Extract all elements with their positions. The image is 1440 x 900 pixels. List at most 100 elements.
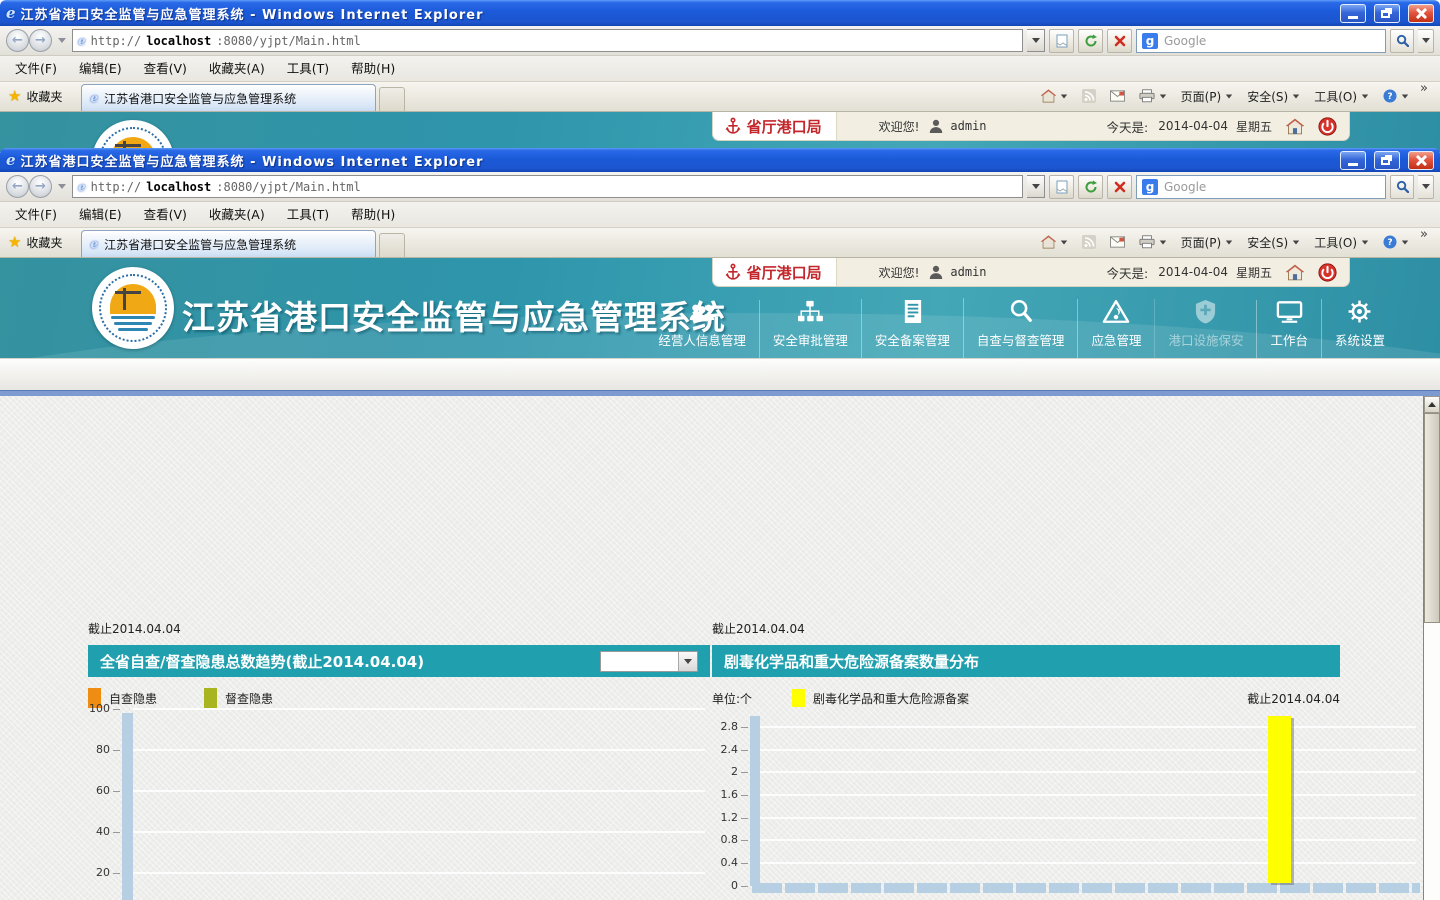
print-button[interactable] [1134,83,1172,109]
search-button[interactable] [1390,175,1414,199]
page-header-peek: 省厅港口局 欢迎您! admin 今天是: 2014-04-04 星期五 [0,112,1440,152]
gear-icon [1347,299,1372,324]
browser-tab[interactable]: e 江苏省港口安全监管与应急管理系统 [81,230,376,257]
home-button[interactable] [1036,83,1073,109]
menu-tools[interactable]: 工具(T) [276,56,340,82]
nav-label: 安全审批管理 [773,330,848,349]
as-of-date: 截止2014.04.04 [712,620,1340,636]
read-mail-button[interactable] [1105,83,1130,109]
help-menu[interactable]: ? [1378,229,1414,255]
search-dropdown-button[interactable] [1418,175,1434,199]
safety-menu[interactable]: 安全(S) [1242,229,1305,255]
url-dropdown-button[interactable] [1027,175,1045,198]
nav-item-operators[interactable]: 经营人信息管理 [645,301,759,358]
address-bar: ← → e http://localhost:8080/yjpt/Main.ht… [0,172,1440,202]
nav-item-safety-approval[interactable]: 安全审批管理 [759,300,861,358]
feeds-button[interactable] [1077,83,1101,109]
search-input[interactable]: g Google [1136,175,1386,199]
search-input[interactable]: g Google [1136,29,1386,53]
nav-item-safety-filing[interactable]: 安全备案管理 [861,299,963,358]
forward-button[interactable]: → [29,29,52,52]
title-bar[interactable]: e 江苏省港口安全监管与应急管理系统 - Windows Internet Ex… [0,148,1440,172]
menu-favorites[interactable]: 收藏夹(A) [198,202,276,228]
new-tab-stub[interactable] [379,87,405,111]
minimize-button[interactable] [1340,4,1366,23]
menu-help[interactable]: 帮助(H) [340,202,406,228]
menu-tools[interactable]: 工具(T) [276,202,340,228]
menu-file[interactable]: 文件(F) [4,202,68,228]
menu-view[interactable]: 查看(V) [133,202,198,228]
page-menu-label: 页面(P) [1181,88,1222,105]
browser-tab[interactable]: e 江苏省港口安全监管与应急管理系统 [81,84,376,111]
overflow-chevron[interactable]: » [1418,81,1434,100]
safety-menu[interactable]: 安全(S) [1242,83,1305,109]
tools-menu[interactable]: 工具(O) [1309,83,1374,109]
print-button[interactable] [1134,229,1172,255]
close-button[interactable] [1408,151,1434,170]
home-shortcut-button[interactable] [1286,118,1304,135]
menu-edit[interactable]: 编辑(E) [68,202,133,228]
stop-button[interactable] [1107,29,1132,53]
stop-button[interactable] [1107,175,1132,199]
page-menu[interactable]: 页面(P) [1176,229,1239,255]
scrollbar-thumb[interactable] [1424,413,1440,623]
back-button[interactable]: ← [6,175,29,198]
nav-item-self-inspection[interactable]: 自查与督查管理 [963,298,1078,358]
close-button[interactable] [1408,4,1434,23]
new-tab-stub[interactable] [379,233,405,257]
select-dropdown-button[interactable] [678,652,697,671]
title-bar[interactable]: e 江苏省港口安全监管与应急管理系统 - Windows Internet Ex… [0,0,1440,26]
menu-view[interactable]: 查看(V) [133,56,198,82]
forward-button[interactable]: → [29,175,52,198]
nav-label: 安全备案管理 [875,330,950,349]
url-host: localhost [146,34,211,48]
tick-mark [113,873,120,874]
home-button[interactable] [1036,229,1073,255]
url-input[interactable]: e http://localhost:8080/yjpt/Main.html [72,175,1023,198]
menu-edit[interactable]: 编辑(E) [68,56,133,82]
search-dropdown-button[interactable] [1418,29,1434,53]
nav-item-emergency[interactable]: 应急管理 [1077,299,1154,358]
favorites-button[interactable]: ★ 收藏夹 [0,81,71,111]
read-mail-button[interactable] [1105,229,1130,255]
y-tick: 0.8 [712,833,738,846]
favorites-button[interactable]: ★ 收藏夹 [0,227,71,257]
overflow-chevron[interactable]: » [1418,227,1434,246]
back-button[interactable]: ← [6,29,29,52]
url-dropdown-button[interactable] [1027,29,1045,52]
home-shortcut-button[interactable] [1286,264,1304,281]
nav-label: 经营人信息管理 [658,330,746,349]
nav-item-port-security[interactable]: 港口设施保安 [1154,299,1256,358]
compatibility-view-button[interactable] [1049,29,1074,53]
help-menu[interactable]: ? [1378,83,1414,109]
search-button[interactable] [1390,29,1414,53]
refresh-button[interactable] [1078,29,1103,53]
menu-file[interactable]: 文件(F) [4,56,68,82]
y-tick: 0 [712,879,738,892]
scroll-up-button[interactable] [1424,396,1440,413]
tools-menu[interactable]: 工具(O) [1309,229,1374,255]
minimize-button[interactable] [1340,151,1366,170]
nav-item-workbench[interactable]: 工作台 [1256,300,1321,358]
menu-help[interactable]: 帮助(H) [340,56,406,82]
window-title: 江苏省港口安全监管与应急管理系统 - Windows Internet Expl… [21,4,1332,23]
history-dropdown-icon[interactable] [58,38,66,43]
bar-filing-count [1268,716,1291,883]
today-label: 今天是: [1107,117,1149,136]
logout-button[interactable] [1318,117,1337,136]
history-dropdown-icon[interactable] [58,184,66,189]
page-menu[interactable]: 页面(P) [1176,83,1239,109]
right-chart-title: 剧毒化学品和重大危险源备案数量分布 [724,651,979,672]
restore-button[interactable] [1374,4,1400,23]
restore-button[interactable] [1374,151,1400,170]
gridline [760,726,1416,728]
logout-button[interactable] [1318,263,1337,282]
region-select[interactable] [600,651,698,672]
menu-favorites[interactable]: 收藏夹(A) [198,56,276,82]
nav-item-settings[interactable]: 系统设置 [1321,299,1398,358]
url-input[interactable]: e http://localhost:8080/yjpt/Main.html [72,29,1023,52]
refresh-button[interactable] [1078,175,1103,199]
feeds-button[interactable] [1077,229,1101,255]
compatibility-view-button[interactable] [1049,175,1074,199]
vertical-scrollbar[interactable] [1423,396,1440,900]
